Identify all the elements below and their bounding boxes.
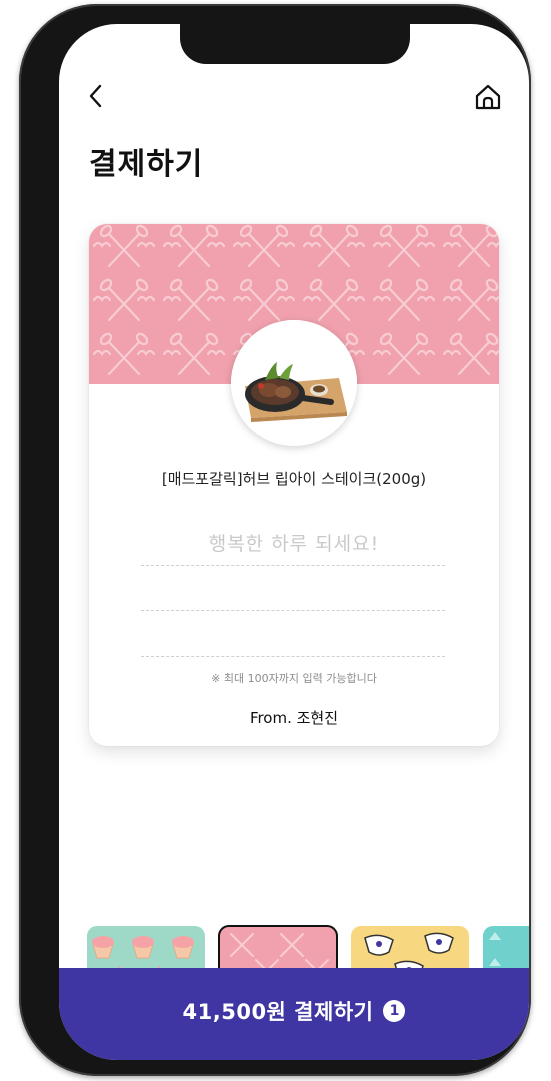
product-name: [매드포갈릭]허브 립아이 스테이크(200g) <box>161 470 427 488</box>
back-button[interactable] <box>85 82 109 110</box>
home-button[interactable] <box>473 82 503 112</box>
pay-button-label: 41,500원 결제하기 <box>182 1000 374 1024</box>
steak-image <box>231 320 357 446</box>
notch <box>180 24 410 64</box>
screen: 결제하기 [매드포갈릭]허브 립아이 스테이크(200g) 행복한 하루 되세요… <box>59 24 529 1060</box>
phone-frame: 결제하기 [매드포갈릭]허브 립아이 스테이크(200g) 행복한 하루 되세요… <box>19 4 531 1076</box>
gift-card-preview: [매드포갈릭]허브 립아이 스테이크(200g) 행복한 하루 되세요! ※ 최… <box>89 224 499 746</box>
from-label: From. 조현진 <box>249 709 339 727</box>
home-icon <box>475 84 501 110</box>
product-image <box>231 320 357 446</box>
chevron-left-icon <box>89 84 102 108</box>
cart-count-badge: 1 <box>383 1000 406 1022</box>
pay-button[interactable]: 41,500원 결제하기 1 <box>59 968 529 1060</box>
message-line-1 <box>141 565 445 566</box>
page-title: 결제하기 <box>89 147 204 182</box>
message-line-2 <box>141 610 445 611</box>
message-line-3 <box>141 656 445 657</box>
message-input[interactable]: 행복한 하루 되세요! <box>89 529 499 556</box>
character-limit-note: ※ 최대 100자까지 입력 가능합니다 <box>211 672 377 685</box>
